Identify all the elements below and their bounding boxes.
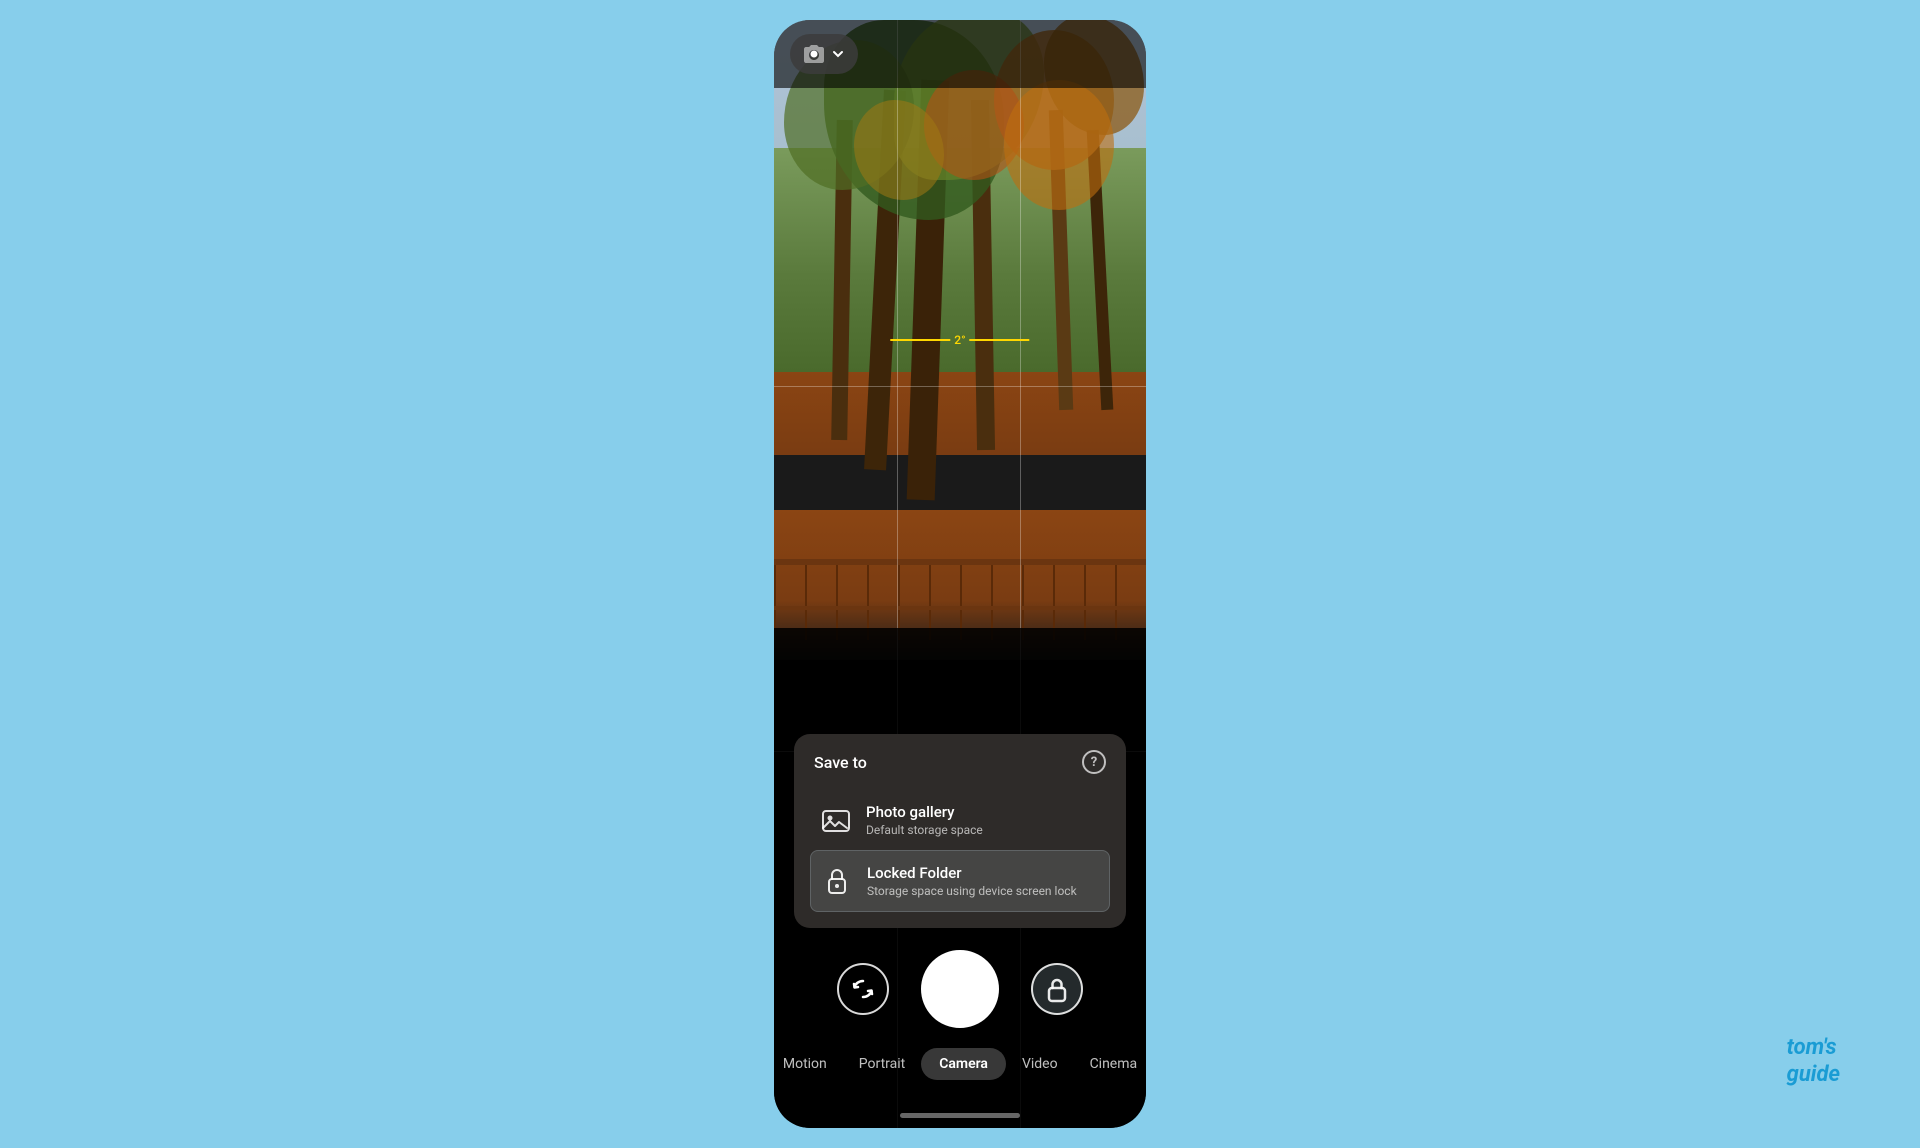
photo-gallery-option[interactable]: Photo gallery Default storage space	[810, 790, 1110, 850]
level-line-left	[890, 339, 950, 341]
tab-cinema[interactable]: Cinema	[1074, 1048, 1146, 1080]
mode-tabs: Motion Portrait Camera Video Cinema	[774, 1048, 1146, 1080]
tab-motion[interactable]: Motion	[774, 1048, 843, 1080]
help-icon[interactable]: ?	[1082, 750, 1106, 774]
locked-folder-option[interactable]: Locked Folder Storage space using device…	[810, 850, 1110, 912]
level-degree: 2°	[954, 333, 965, 347]
locked-folder-name: Locked Folder	[867, 864, 1077, 882]
camera-icon	[802, 42, 826, 66]
chevron-down-icon	[830, 46, 846, 62]
level-line-right	[970, 339, 1030, 341]
locked-folder-text: Locked Folder Storage space using device…	[867, 864, 1077, 898]
shutter-button[interactable]	[921, 950, 999, 1028]
gallery-name: Photo gallery	[866, 803, 983, 821]
save-to-panel: Save to ? Photo gallery Default storage …	[794, 734, 1126, 928]
locked-folder-shortcut-button[interactable]	[1031, 963, 1083, 1015]
save-to-title: Save to	[814, 753, 867, 772]
shutter-inner	[926, 955, 994, 1023]
save-to-header: Save to ?	[810, 750, 1110, 774]
camera-mode-button[interactable]	[790, 34, 858, 74]
tab-video[interactable]: Video	[1006, 1048, 1074, 1080]
flip-icon	[849, 975, 877, 1003]
flip-camera-button[interactable]	[837, 963, 889, 1015]
tab-camera[interactable]: Camera	[921, 1048, 1006, 1080]
lock-shortcut-icon	[1043, 975, 1071, 1003]
locked-folder-desc: Storage space using device screen lock	[867, 884, 1077, 898]
lock-icon	[819, 863, 855, 899]
gallery-text: Photo gallery Default storage space	[866, 803, 983, 837]
tab-portrait[interactable]: Portrait	[843, 1048, 921, 1080]
gallery-icon	[818, 802, 854, 838]
gallery-desc: Default storage space	[866, 823, 983, 837]
phone-frame: 2° Save to ?	[774, 20, 1146, 1128]
toms-guide-watermark: tom's guide	[1787, 1035, 1840, 1088]
bottom-controls	[774, 950, 1146, 1028]
top-bar	[774, 20, 1146, 88]
level-indicator: 2°	[890, 333, 1029, 347]
home-indicator	[900, 1113, 1020, 1118]
